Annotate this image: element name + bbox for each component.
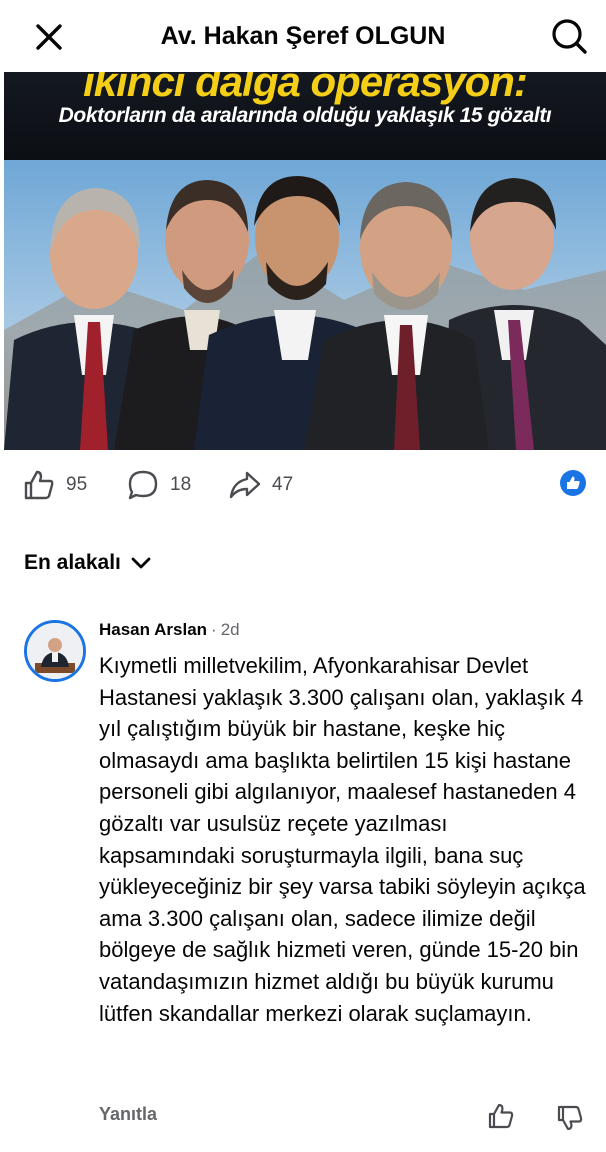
separator-dot: · (211, 620, 217, 639)
comment-author[interactable]: Hasan Arslan (99, 620, 207, 639)
post-image[interactable]: ikinci dalga operasyon: Doktorların da a… (4, 72, 606, 450)
sort-label: En alakalı (24, 551, 121, 574)
comment-sort-dropdown[interactable]: En alakalı (24, 548, 151, 578)
avatar[interactable] (24, 620, 86, 682)
post-actions: 95 18 47 (0, 462, 606, 508)
reply-button[interactable]: Yanıtla (99, 1104, 157, 1125)
people-photo (4, 160, 606, 450)
comment-dislike-icon[interactable] (556, 1104, 584, 1132)
like-reaction-icon (560, 470, 586, 496)
search-icon[interactable] (548, 15, 590, 57)
page-title: Av. Hakan Şeref OLGUN (160, 22, 446, 50)
comment-count: 18 (170, 474, 192, 495)
comment-like-icon[interactable] (487, 1102, 515, 1130)
comment-button[interactable]: 18 (126, 462, 191, 508)
share-icon (229, 471, 261, 499)
share-button[interactable]: 47 (228, 462, 293, 508)
comment-time[interactable]: 2d (221, 620, 240, 639)
chevron-down-icon (131, 557, 151, 569)
banner-headline: ikinci dalga operasyon: (83, 72, 528, 105)
comment-header: Hasan Arslan · 2d (99, 620, 240, 640)
thumbs-up-icon (24, 470, 54, 500)
banner-subheadline: Doktorların da aralarında olduğu yaklaşı… (58, 104, 552, 127)
news-banner: ikinci dalga operasyon: Doktorların da a… (4, 72, 606, 160)
like-button[interactable]: 95 (22, 462, 87, 508)
share-count: 47 (272, 474, 294, 495)
comment-text: Kıymetli milletvekilim, Afyonkarahisar D… (99, 653, 586, 1026)
top-bar: Av. Hakan Şeref OLGUN (0, 0, 606, 72)
like-count: 95 (66, 474, 88, 495)
comment-icon (128, 470, 158, 500)
